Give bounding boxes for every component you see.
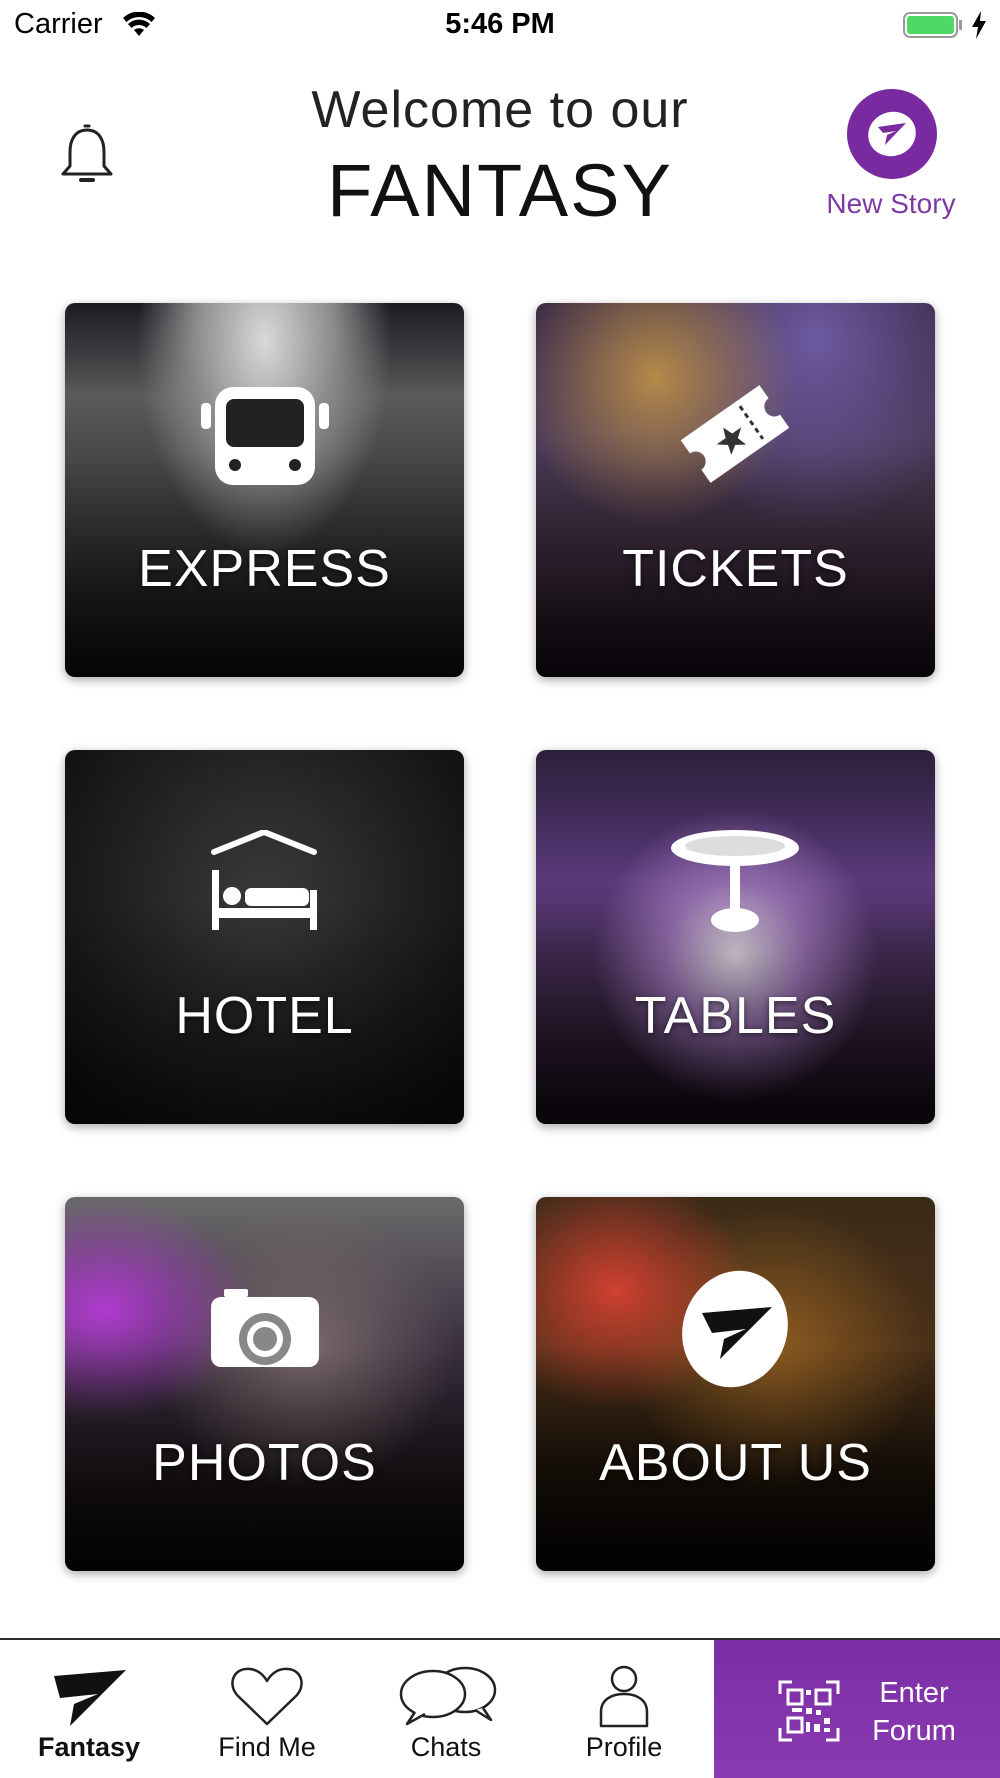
photos-tile[interactable]: PHOTOS [65,1197,464,1571]
bus-icon [201,387,329,485]
ticket-icon [680,385,790,483]
new-story-button[interactable]: New Story [820,86,962,226]
tab-chats[interactable]: Chats [357,1640,535,1778]
qr-code-icon [778,1680,840,1742]
hotel-tile[interactable]: HOTEL [65,750,464,1124]
clock-label: 5:46 PM [445,8,555,40]
about-us-tile-label: ABOUT US [599,1434,872,1492]
charging-bolt-icon [972,11,986,39]
fantasy-logo-icon [682,1270,788,1388]
photos-tile-label: PHOTOS [152,1434,377,1492]
enter-forum-line1: Enter [879,1677,949,1709]
heart-icon [231,1667,303,1726]
person-icon [599,1665,649,1728]
new-story-avatar [847,89,937,179]
express-tile[interactable]: EXPRESS [65,303,464,677]
new-story-label: New Story [826,188,956,219]
tab-profile[interactable]: Profile [535,1640,713,1778]
tickets-tile[interactable]: TICKETS [536,303,935,677]
tab-fantasy-label: Fantasy [37,1732,141,1762]
fantasy-logo-icon [54,1670,126,1726]
chat-bubbles-icon [399,1666,497,1726]
tickets-tile-label: TICKETS [622,540,849,598]
bottom-tab-bar: Fantasy Find Me Chats Profile Enter Foru… [0,1638,1000,1778]
tab-fantasy[interactable]: Fantasy [0,1640,178,1778]
tables-tile[interactable]: TABLES [536,750,935,1124]
enter-forum-label: Enter Forum [844,1674,984,1750]
tab-chats-label: Chats [410,1732,482,1762]
bed-icon [211,830,317,930]
enter-forum-button[interactable]: Enter Forum [714,1640,1000,1778]
about-us-tile[interactable]: ABOUT US [536,1197,935,1571]
camera-icon [211,1289,319,1367]
express-tile-label: EXPRESS [138,540,391,598]
enter-forum-line2: Forum [872,1715,956,1747]
tab-find-me-label: Find Me [218,1732,316,1762]
tables-tile-label: TABLES [634,987,837,1045]
battery-icon [903,12,962,38]
tab-profile-label: Profile [585,1732,663,1762]
fantasy-logo-icon [868,111,916,157]
tab-find-me[interactable]: Find Me [178,1640,356,1778]
table-icon [671,830,799,932]
status-bar: Carrier 5:46 PM [0,0,1000,52]
hotel-tile-label: HOTEL [175,987,354,1045]
